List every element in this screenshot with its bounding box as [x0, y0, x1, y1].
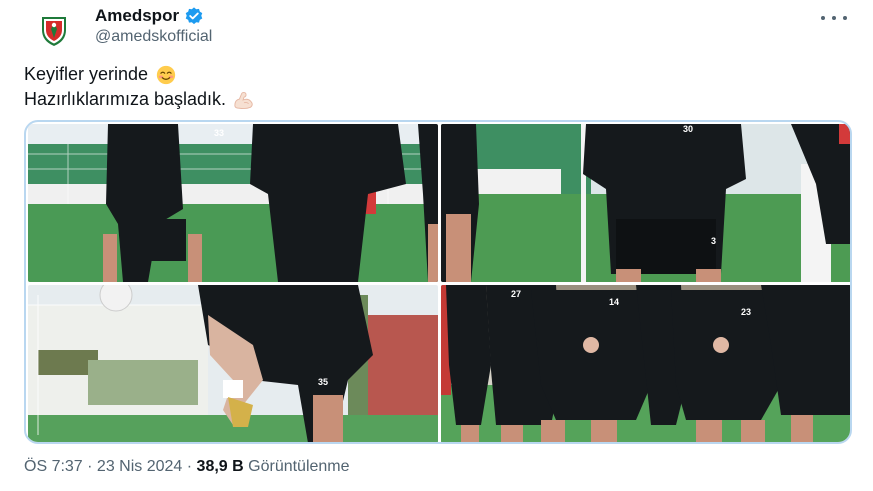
avatar[interactable]: [32, 8, 76, 52]
jersey-number: 33: [214, 128, 224, 138]
verified-badge-icon[interactable]: [184, 6, 204, 26]
training-photo-2[interactable]: 30 3: [441, 124, 850, 282]
tweet-meta: ÖS 7:37 · 23 Nis 2024 · 38,9 B Görüntüle…: [24, 458, 350, 476]
tweet-text-line-1: Keyifler yerinde: [24, 64, 149, 84]
amedspor-crest-icon: [42, 17, 66, 46]
author-display-name[interactable]: Amedspor: [95, 6, 179, 26]
jersey-number: 27: [511, 289, 521, 299]
training-photo-4[interactable]: 27 14 23: [441, 285, 850, 442]
jersey-number: 35: [318, 377, 328, 387]
views-count: 38,9 B: [196, 458, 244, 475]
author-name-row: Amedspor: [95, 6, 204, 26]
views-label: Görüntülenme: [248, 458, 350, 475]
tweet-text-line: Hazırlıklarımıza başladık.: [24, 87, 256, 112]
tweet-timestamp[interactable]: ÖS 7:37 · 23 Nis 2024 ·: [24, 458, 192, 475]
training-photo-1[interactable]: 33: [28, 124, 438, 282]
tweet-text-line-2: Hazırlıklarımıza başladık.: [24, 89, 227, 109]
jersey-number: 23: [741, 307, 751, 317]
jersey-number: 30: [683, 124, 693, 134]
jersey-number: 14: [609, 297, 619, 307]
training-photo-3[interactable]: 35: [28, 285, 438, 442]
tweet-text: Keyifler yerinde Hazırlıklarımıza başlad…: [24, 62, 256, 112]
flexed-biceps-icon: [234, 91, 253, 109]
tweet-text-line: Keyifler yerinde: [24, 62, 256, 87]
more-options-icon[interactable]: [821, 8, 847, 28]
media-grid[interactable]: 33 30 3 35 27 14 23: [24, 120, 852, 444]
author-handle[interactable]: @amedskofficial: [95, 28, 212, 46]
smiling-face-icon: [156, 65, 176, 84]
jersey-number: 3: [711, 236, 716, 246]
